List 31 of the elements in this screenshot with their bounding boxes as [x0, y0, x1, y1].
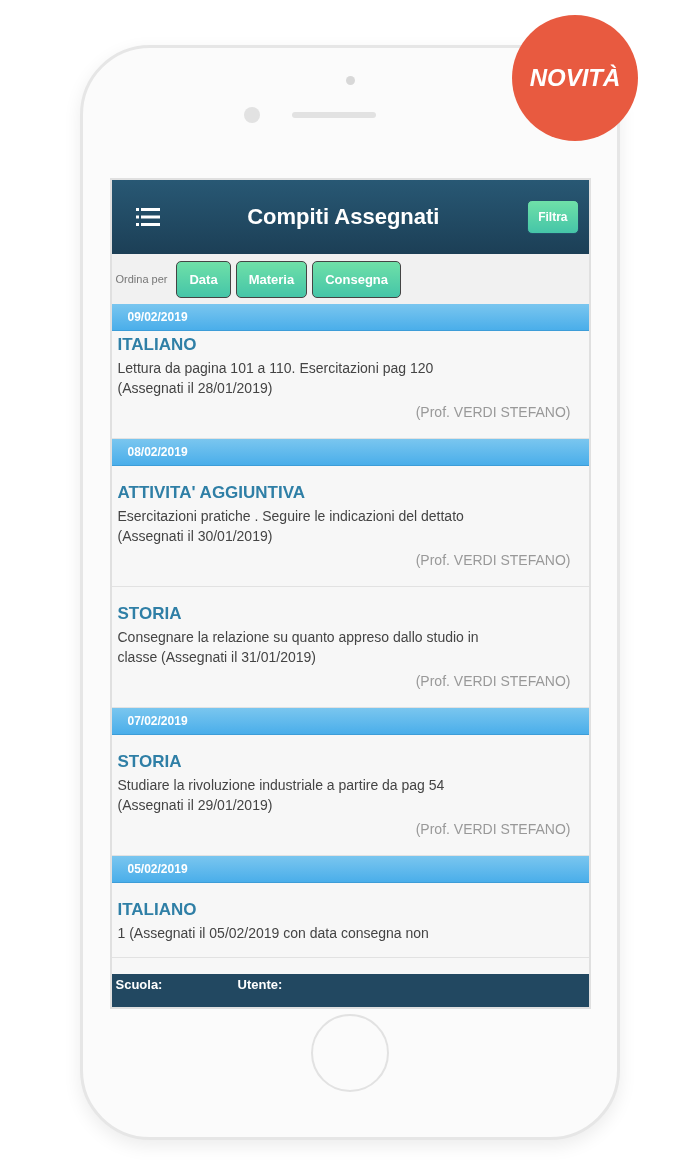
filter-button[interactable]: Filtra [527, 200, 579, 234]
sort-label: Ordina per [115, 273, 168, 285]
date-header: 07/02/2019 [111, 708, 589, 735]
assignment-text: Consegnare la relazione su quanto appreso dallo studio in classe (Assegnati il 31/01/2019) [117, 628, 480, 667]
date-header: 08/02/2019 [111, 439, 589, 466]
camera-icon [345, 76, 355, 85]
menu-icon[interactable] [135, 207, 160, 227]
user-label: Utente: [237, 977, 284, 994]
teacher-name: (Prof. VERDI STEFANO) [414, 673, 571, 689]
assignment-text: 1 (Assegnati il 05/02/2019 con data consegna non [117, 924, 430, 943]
teacher-name: (Prof. VERDI STEFANO) [414, 404, 571, 420]
assignment-text: Esercitazioni pratiche . Seguire le indicazioni del dettato (Assegnati il 30/01/2019) [117, 507, 465, 546]
assignment-text: Studiare la rivoluzione industriale a partire da pag 54 (Assegnati il 29/01/2019) [117, 776, 446, 815]
screen-title: Compiti Assegnati [246, 204, 441, 230]
subject-title: STORIA [117, 604, 183, 624]
subject-title: ITALIANO [117, 900, 198, 920]
teacher-name: (Prof. VERDI STEFANO) [414, 821, 571, 837]
lens-icon [244, 107, 260, 123]
subject-title: STORIA [117, 752, 183, 772]
new-badge: NOVITÀ [512, 15, 638, 141]
school-label: Scuola: [115, 977, 164, 994]
assignment-text: Lettura da pagina 101 a 110. Esercitazioni pag 120 (Assegnati il 28/01/2019) [117, 359, 435, 398]
date-header: 09/02/2019 [111, 304, 589, 331]
subject-title: ITALIANO [117, 335, 198, 355]
date-header: 05/02/2019 [111, 856, 589, 883]
teacher-name: (Prof. VERDI STEFANO) [414, 552, 571, 568]
sort-button[interactable]: Materia [235, 260, 308, 298]
subject-title: ATTIVITA' AGGIUNTIVA [117, 483, 307, 503]
sort-button[interactable]: Data [176, 260, 231, 298]
speaker-icon [292, 112, 376, 118]
sort-button[interactable]: Consegna [312, 260, 402, 298]
